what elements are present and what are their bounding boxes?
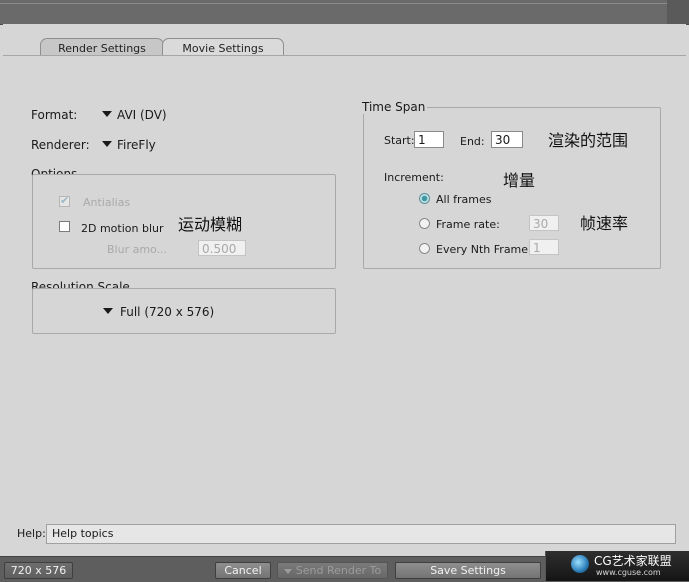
renderer-label: Renderer:	[31, 138, 90, 152]
format-label: Format:	[31, 108, 78, 122]
help-topics-field[interactable]: Help topics	[46, 524, 676, 544]
top-rule	[0, 3, 689, 4]
renderer-value: FireFly	[117, 138, 156, 152]
motion-blur-checkbox[interactable]	[59, 221, 70, 232]
frame-rate-field[interactable]: 30	[529, 215, 559, 231]
checkmark-icon: ✔	[60, 194, 70, 207]
every-nth-radio[interactable]	[419, 243, 430, 254]
annotation-increment: 增量	[503, 171, 536, 190]
chevron-down-icon	[283, 568, 292, 574]
time-span-title: Time Span	[360, 100, 428, 114]
all-frames-label: All frames	[436, 193, 492, 206]
every-nth-label: Every Nth Frame:	[436, 243, 532, 256]
watermark-url: www.cguse.com	[596, 568, 661, 577]
end-field[interactable]: 30	[491, 131, 523, 148]
top-right-edge	[667, 0, 689, 24]
end-label: End:	[460, 135, 485, 148]
send-render-to-label: Send Render To	[295, 564, 382, 577]
watermark-text: CG艺术家联盟	[594, 554, 672, 568]
annotation-motion-blur: 运动模糊	[178, 215, 243, 234]
frame-rate-label: Frame rate:	[436, 218, 500, 231]
send-render-to-button[interactable]: Send Render To	[277, 562, 388, 579]
chevron-down-icon	[103, 308, 113, 314]
resolution-dropdown[interactable]: Full (720 x 576)	[100, 302, 220, 322]
cancel-button[interactable]: Cancel	[215, 562, 271, 579]
format-dropdown[interactable]: AVI (DV)	[100, 105, 170, 125]
globe-logo-icon	[571, 555, 589, 573]
format-value: AVI (DV)	[117, 108, 167, 122]
antialias-checkbox[interactable]: ✔	[59, 194, 70, 207]
help-label: Help:	[17, 527, 46, 540]
watermark: CG艺术家联盟 www.cguse.com	[545, 551, 689, 581]
blur-amount-label: Blur amo...	[107, 243, 168, 256]
blur-amount-field[interactable]: 0.500	[198, 240, 246, 256]
render-size-button[interactable]: 720 x 576	[4, 562, 73, 579]
all-frames-radio[interactable]	[419, 193, 430, 204]
annotation-frame-rate: 帧速率	[580, 214, 629, 233]
annotation-render-range: 渲染的范围	[548, 131, 629, 150]
motion-blur-label: 2D motion blur	[81, 222, 164, 235]
start-field[interactable]: 1	[414, 131, 444, 148]
renderer-dropdown[interactable]: FireFly	[100, 135, 160, 155]
chevron-down-icon	[102, 141, 112, 147]
resolution-value: Full (720 x 576)	[120, 305, 215, 319]
save-settings-button[interactable]: Save Settings	[395, 562, 541, 579]
chevron-down-icon	[102, 111, 112, 117]
frame-rate-radio[interactable]	[419, 218, 430, 229]
increment-label: Increment:	[384, 171, 444, 184]
window-top-strip	[0, 0, 689, 25]
start-label: Start:	[384, 134, 415, 147]
antialias-label: Antialias	[83, 196, 131, 209]
every-nth-field[interactable]: 1	[529, 239, 559, 255]
